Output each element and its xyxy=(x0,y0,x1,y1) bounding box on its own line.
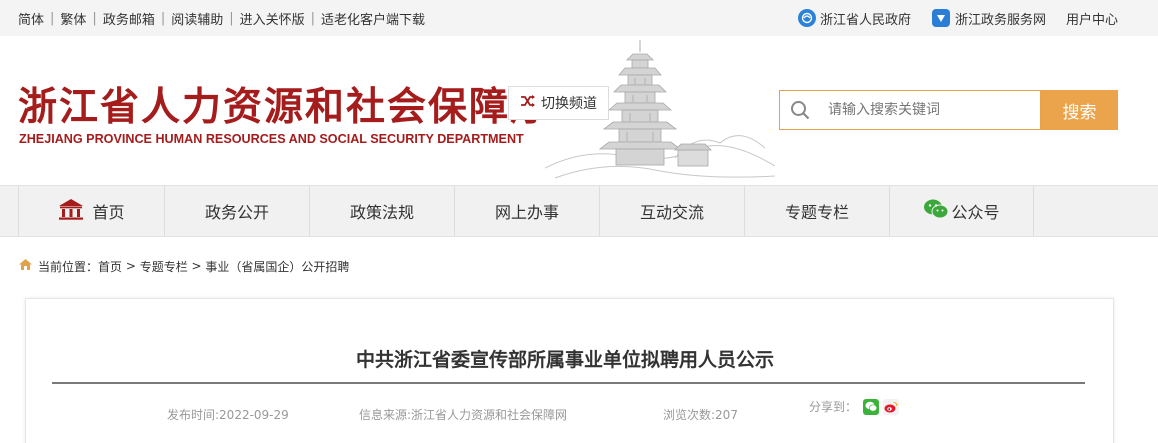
link-elderly-app[interactable]: 适老化客户端下载 xyxy=(321,9,425,28)
wechat-icon xyxy=(923,198,949,224)
nav-item-home[interactable]: 首页 xyxy=(18,186,164,236)
breadcrumb-separator: > xyxy=(122,259,140,273)
service-link[interactable]: 浙江政务服务网 xyxy=(932,0,1046,36)
breadcrumb-recruitment[interactable]: 事业（省属国企）公开招聘 xyxy=(205,258,349,275)
service-link-label: 浙江政务服务网 xyxy=(955,12,1047,28)
gov-link[interactable]: 浙江省人民政府 xyxy=(798,0,911,36)
nav-item-special-topics[interactable]: 专题专栏 xyxy=(744,186,889,236)
nav-item-policies[interactable]: 政策法规 xyxy=(309,186,454,236)
wechat-share-icon[interactable] xyxy=(863,398,880,415)
site-header: 浙江省人力资源和社会保障厅 ZHEJIANG PROVINCE HUMAN RE… xyxy=(0,36,1158,185)
gov-link-label: 浙江省人民政府 xyxy=(820,12,912,28)
share-label: 分享到： xyxy=(809,400,858,414)
breadcrumb-home[interactable]: 首页 xyxy=(98,258,122,275)
nav-label: 公众号 xyxy=(951,203,1000,222)
publish-time: 发布时间:2022-09-29 xyxy=(167,408,289,422)
top-utility-bar: 简体 | 繁体 | 政务邮箱 | 阅读辅助 | 进入关怀版 | 适老化客户端下载 浙江省人… xyxy=(0,0,1158,36)
info-source: 信息来源:浙江省人力资源和社会保障网 xyxy=(359,408,568,422)
site-title-cn[interactable]: 浙江省人力资源和社会保障厅 xyxy=(18,76,551,132)
nav-item-official-account[interactable]: 公众号 xyxy=(889,186,1034,236)
nav-label: 首页 xyxy=(92,203,125,222)
nav-item-interaction[interactable]: 互动交流 xyxy=(599,186,744,236)
link-care-version[interactable]: 进入关怀版 xyxy=(240,9,305,28)
separator: | xyxy=(160,10,166,26)
nav-item-online-services[interactable]: 网上办事 xyxy=(454,186,599,236)
main-nav: 首页 政务公开 政策法规 网上办事 互动交流 专题专栏 公众号 xyxy=(0,185,1158,237)
separator: | xyxy=(310,10,316,26)
title-divider xyxy=(52,382,1085,384)
weibo-share-icon[interactable] xyxy=(883,398,900,415)
switch-channel-button[interactable]: 切换频道 xyxy=(508,86,609,120)
user-center-link[interactable]: 用户中心 xyxy=(1066,0,1118,36)
link-reading-aid[interactable]: 阅读辅助 xyxy=(171,9,223,28)
view-count: 浏览次数:207 xyxy=(663,408,738,422)
breadcrumb-label: 当前位置： xyxy=(38,259,99,274)
link-gov-mail[interactable]: 政务邮箱 xyxy=(103,9,155,28)
search-icon xyxy=(780,91,820,129)
separator: | xyxy=(50,10,55,26)
link-simplified[interactable]: 简体 xyxy=(18,9,44,28)
search-box xyxy=(779,90,1041,130)
search-button[interactable]: 搜索 xyxy=(1041,90,1118,130)
site-title-en: ZHEJIANG PROVINCE HUMAN RESOURCES AND SO… xyxy=(19,132,524,146)
location-home-icon xyxy=(18,258,33,274)
separator: | xyxy=(229,10,234,26)
home-icon xyxy=(58,198,84,224)
share-bar: 分享到： xyxy=(809,398,900,415)
separator: | xyxy=(92,10,97,26)
service-portal-icon xyxy=(932,9,950,27)
nav-item-gov-affairs[interactable]: 政务公开 xyxy=(164,186,309,236)
breadcrumb-separator: > xyxy=(187,259,206,273)
breadcrumb-special-topics[interactable]: 专题专栏 xyxy=(140,258,188,275)
breadcrumb: 当前位置： 首页 > 专题专栏 > 事业（省属国企）公开招聘 xyxy=(18,256,349,276)
utility-links: 简体 | 繁体 | 政务邮箱 | 阅读辅助 | 进入关怀版 | 适老化客户端下载 xyxy=(18,0,425,36)
switch-channel-label: 切换频道 xyxy=(541,96,597,112)
gov-emblem-icon xyxy=(798,9,816,27)
article-title: 中共浙江省委宣传部所属事业单位拟聘用人员公示 xyxy=(355,349,774,371)
shuffle-icon xyxy=(520,94,536,112)
link-traditional[interactable]: 繁体 xyxy=(60,9,86,28)
search-input[interactable] xyxy=(828,102,1028,118)
